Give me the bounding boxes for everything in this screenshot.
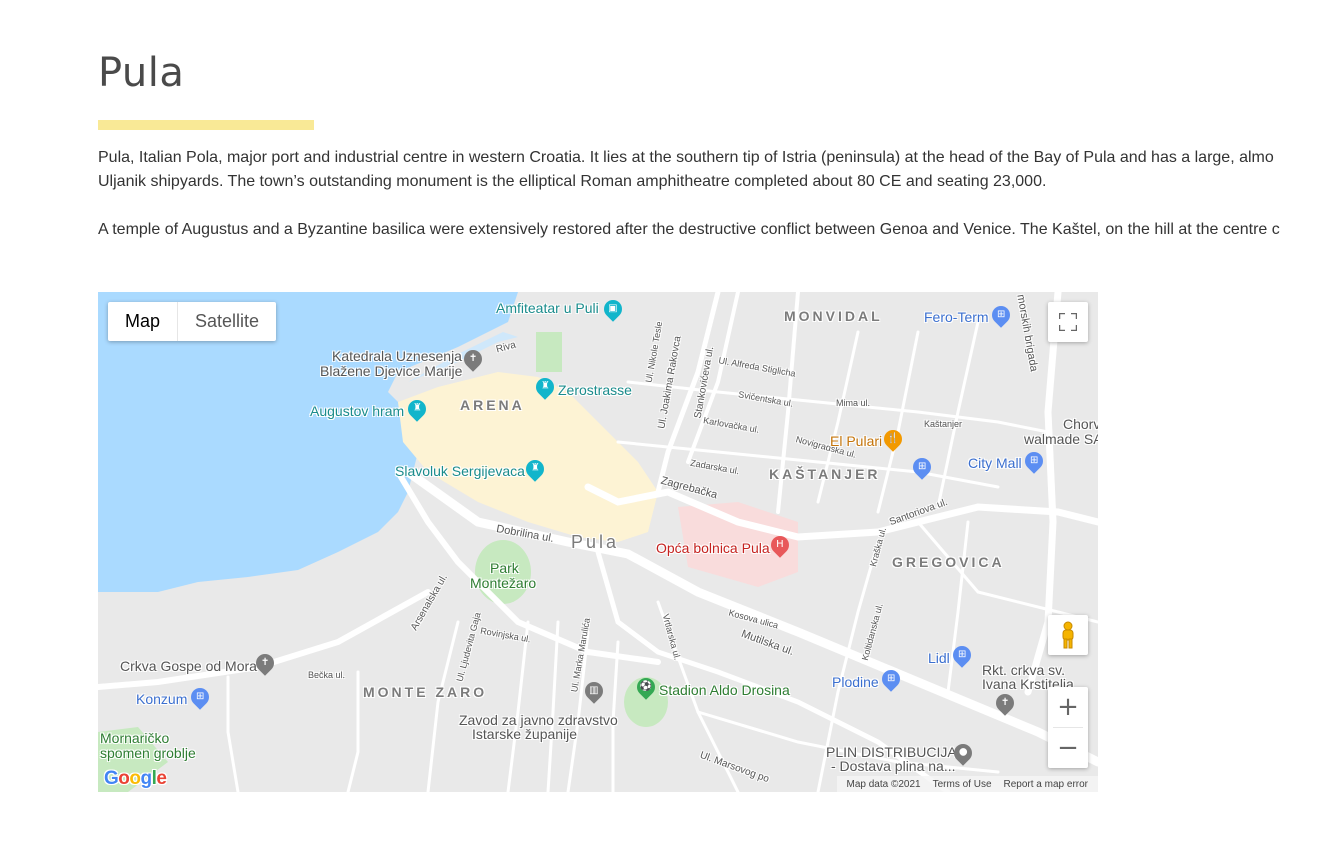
district-monvidal: MONVIDAL [784,308,883,324]
poi-plin-line-2[interactable]: - Dostava plina na... [831,758,956,774]
title-underline [98,120,314,130]
fullscreen-button[interactable] [1048,302,1088,342]
intro-paragraph: Pula, Italian Pola, major port and indus… [98,146,1331,194]
poi-zerostrasse[interactable]: Zerostrasse [558,382,632,398]
zoom-control: + − [1048,687,1088,768]
district-monte-zaro: MONTE ZARO [363,684,488,700]
poi-konzum[interactable]: Konzum [136,691,187,707]
google-map[interactable]: MONVIDAL ARENA KAŠTANJER GREGOVICA MONTE… [98,292,1098,792]
map-data-label: Map data ©2021 [846,778,921,790]
poi-city-mall[interactable]: City Mall [968,455,1022,471]
intro-line-2: Uljanik shipyards. The town’s outstandin… [98,173,1047,190]
poi-plodine[interactable]: Plodine [832,674,879,690]
street-view-button[interactable] [1048,615,1088,655]
street-kastanjer: Kaštanjer [924,419,963,429]
poi-katedrala-line-2[interactable]: Blažene Djevice Marije [320,363,462,379]
poi-fero-term[interactable]: Fero-Term [924,309,989,325]
history-paragraph: A temple of Augustus and a Byzantine bas… [98,218,1331,242]
poi-chorv-line-1[interactable]: Chorv [1063,416,1098,432]
street-becka: Bečka ul. [308,670,346,680]
poi-lidl[interactable]: Lidl [928,650,950,666]
poi-park-line-1[interactable]: Park [490,560,519,576]
district-kastanjer: KAŠTANJER [769,466,881,482]
poi-crkva-gospe[interactable]: Crkva Gospe od Mora [120,658,257,674]
page-title: Pula [98,50,185,96]
green-strip [536,332,562,372]
map-type-control: Map Satellite [108,302,277,341]
poi-amfiteatar[interactable]: Amfiteatar u Puli [496,300,599,316]
poi-park-line-2[interactable]: Montežaro [470,575,536,591]
poi-zavod-line-2[interactable]: Istarske županije [472,726,577,742]
google-logo: Google [104,768,167,790]
logo-letter: G [104,768,119,789]
map-attribution: Map data ©2021 Terms of Use Report a map… [836,776,1098,792]
fullscreen-icon [1059,313,1077,331]
logo-letter: g [140,768,153,789]
logo-letter: o [118,768,130,789]
report-error-link[interactable]: Report a map error [998,779,1094,790]
zoom-in-button[interactable]: + [1048,687,1088,727]
logo-letter: e [156,768,167,789]
street-mima: Mima ul. [836,398,871,408]
district-gregovica: GREGOVICA [892,554,1005,570]
intro-line-1: Pula, Italian Pola, major port and indus… [98,149,1274,166]
map-type-satellite-button[interactable]: Satellite [177,302,276,341]
city-label-pula: Pula [571,532,620,552]
terms-of-use-link[interactable]: Terms of Use [927,779,998,790]
poi-slavoluk[interactable]: Slavoluk Sergijevaca [395,463,525,479]
map-type-map-button[interactable]: Map [108,302,177,341]
poi-mornaricko-line-2[interactable]: spomen groblje [100,745,196,761]
poi-mornaricko-line-1[interactable]: Mornaričko [100,730,169,746]
zoom-out-button[interactable]: − [1048,728,1088,768]
poi-augustov-hram[interactable]: Augustov hram [310,403,404,419]
poi-chorv-line-2[interactable]: walmade SA [1024,431,1098,447]
logo-letter: o [129,768,141,789]
poi-el-pulari[interactable]: El Pulari [830,433,882,449]
district-arena: ARENA [460,397,525,413]
pegman-icon [1062,621,1074,649]
poi-katedrala-line-1[interactable]: Katedrala Uznesenja [332,348,462,364]
poi-bolnica[interactable]: Opća bolnica Pula [656,540,770,556]
history-line-1: A temple of Augustus and a Byzantine bas… [98,221,1280,238]
poi-stadion[interactable]: Stadion Aldo Drosina [659,682,790,698]
